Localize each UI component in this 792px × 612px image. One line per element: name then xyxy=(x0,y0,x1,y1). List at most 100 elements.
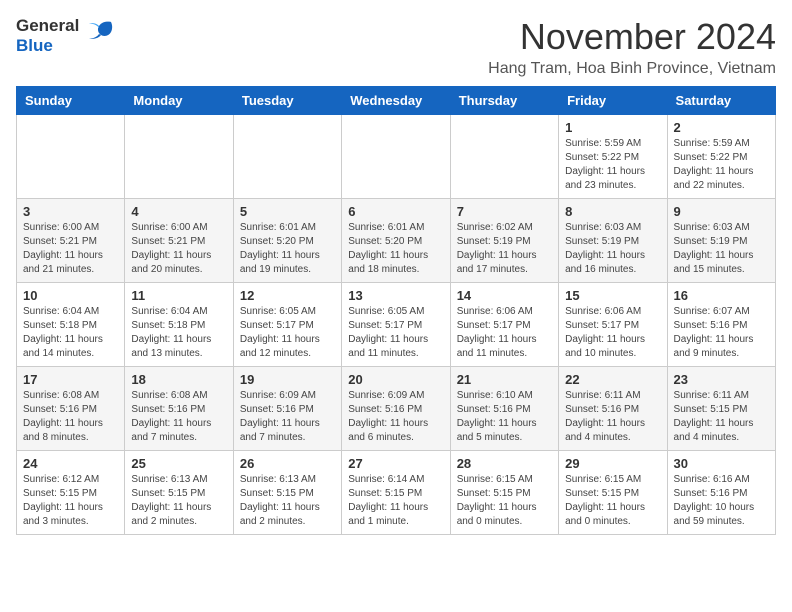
table-row xyxy=(233,115,341,199)
day-info: Sunrise: 6:00 AM Sunset: 5:21 PM Dayligh… xyxy=(23,221,118,277)
table-row: 27 Sunrise: 6:14 AM Sunset: 5:15 PM Dayli… xyxy=(342,451,450,535)
calendar-week-row: 10 Sunrise: 6:04 AM Sunset: 5:18 PM Dayli… xyxy=(17,283,776,367)
table-row xyxy=(125,115,233,199)
table-row: 14 Sunrise: 6:06 AM Sunset: 5:17 PM Dayli… xyxy=(450,283,558,367)
logo-bird-icon xyxy=(83,18,115,53)
day-info: Sunrise: 6:15 AM Sunset: 5:15 PM Dayligh… xyxy=(457,473,552,529)
table-row: 23 Sunrise: 6:11 AM Sunset: 5:15 PM Dayli… xyxy=(667,367,775,451)
location-subtitle: Hang Tram, Hoa Binh Province, Vietnam xyxy=(488,60,776,78)
day-info: Sunrise: 6:16 AM Sunset: 5:16 PM Dayligh… xyxy=(674,473,769,529)
table-row: 10 Sunrise: 6:04 AM Sunset: 5:18 PM Dayli… xyxy=(17,283,125,367)
title-block: November 2024 Hang Tram, Hoa Binh Provin… xyxy=(488,16,776,78)
calendar-week-row: 1 Sunrise: 5:59 AM Sunset: 5:22 PM Daylig… xyxy=(17,115,776,199)
day-info: Sunrise: 6:15 AM Sunset: 5:15 PM Dayligh… xyxy=(565,473,660,529)
header-tuesday: Tuesday xyxy=(233,87,341,115)
table-row: 3 Sunrise: 6:00 AM Sunset: 5:21 PM Daylig… xyxy=(17,199,125,283)
table-row xyxy=(342,115,450,199)
day-number: 29 xyxy=(565,456,660,471)
day-number: 25 xyxy=(131,456,226,471)
day-info: Sunrise: 6:05 AM Sunset: 5:17 PM Dayligh… xyxy=(348,305,443,361)
day-info: Sunrise: 6:03 AM Sunset: 5:19 PM Dayligh… xyxy=(674,221,769,277)
page-header: General Blue November 2024 Hang Tram, Ho… xyxy=(16,16,776,78)
day-number: 13 xyxy=(348,288,443,303)
table-row: 16 Sunrise: 6:07 AM Sunset: 5:16 PM Dayli… xyxy=(667,283,775,367)
day-number: 22 xyxy=(565,372,660,387)
table-row: 22Sunrise: 6:11 AM Sunset: 5:16 PM Dayli… xyxy=(559,367,667,451)
day-info: Sunrise: 6:12 AM Sunset: 5:15 PM Dayligh… xyxy=(23,473,118,529)
table-row: 24 Sunrise: 6:12 AM Sunset: 5:15 PM Dayli… xyxy=(17,451,125,535)
calendar-week-row: 24 Sunrise: 6:12 AM Sunset: 5:15 PM Dayli… xyxy=(17,451,776,535)
day-info: Sunrise: 6:13 AM Sunset: 5:15 PM Dayligh… xyxy=(240,473,335,529)
day-info: Sunrise: 6:07 AM Sunset: 5:16 PM Dayligh… xyxy=(674,305,769,361)
table-row xyxy=(17,115,125,199)
header-thursday: Thursday xyxy=(450,87,558,115)
day-number: 3 xyxy=(23,204,118,219)
day-number: 14 xyxy=(457,288,552,303)
day-info: Sunrise: 6:03 AM Sunset: 5:19 PM Dayligh… xyxy=(565,221,660,277)
calendar-table: Sunday Monday Tuesday Wednesday Thursday… xyxy=(16,86,776,535)
day-number: 5 xyxy=(240,204,335,219)
day-info: Sunrise: 6:04 AM Sunset: 5:18 PM Dayligh… xyxy=(23,305,118,361)
table-row: 7 Sunrise: 6:02 AM Sunset: 5:19 PM Daylig… xyxy=(450,199,558,283)
table-row: 2 Sunrise: 5:59 AM Sunset: 5:22 PM Daylig… xyxy=(667,115,775,199)
day-info: Sunrise: 6:01 AM Sunset: 5:20 PM Dayligh… xyxy=(348,221,443,277)
table-row: 21 Sunrise: 6:10 AM Sunset: 5:16 PM Dayli… xyxy=(450,367,558,451)
table-row: 19 Sunrise: 6:09 AM Sunset: 5:16 PM Dayli… xyxy=(233,367,341,451)
day-number: 4 xyxy=(131,204,226,219)
day-number: 18 xyxy=(131,372,226,387)
day-number: 7 xyxy=(457,204,552,219)
table-row: 11 Sunrise: 6:04 AM Sunset: 5:18 PM Dayli… xyxy=(125,283,233,367)
table-row: 6 Sunrise: 6:01 AM Sunset: 5:20 PM Daylig… xyxy=(342,199,450,283)
day-number: 27 xyxy=(348,456,443,471)
day-number: 26 xyxy=(240,456,335,471)
day-info: Sunrise: 6:06 AM Sunset: 5:17 PM Dayligh… xyxy=(457,305,552,361)
day-number: 6 xyxy=(348,204,443,219)
day-number: 8 xyxy=(565,204,660,219)
table-row: 9 Sunrise: 6:03 AM Sunset: 5:19 PM Daylig… xyxy=(667,199,775,283)
header-sunday: Sunday xyxy=(17,87,125,115)
day-info: Sunrise: 6:14 AM Sunset: 5:15 PM Dayligh… xyxy=(348,473,443,529)
day-info: Sunrise: 6:04 AM Sunset: 5:18 PM Dayligh… xyxy=(131,305,226,361)
day-info: Sunrise: 6:06 AM Sunset: 5:17 PM Dayligh… xyxy=(565,305,660,361)
day-number: 24 xyxy=(23,456,118,471)
header-monday: Monday xyxy=(125,87,233,115)
day-number: 9 xyxy=(674,204,769,219)
day-info: Sunrise: 5:59 AM Sunset: 5:22 PM Dayligh… xyxy=(565,137,660,193)
day-number: 2 xyxy=(674,120,769,135)
table-row: 28Sunrise: 6:15 AM Sunset: 5:15 PM Dayli… xyxy=(450,451,558,535)
table-row: 1 Sunrise: 5:59 AM Sunset: 5:22 PM Daylig… xyxy=(559,115,667,199)
table-row: 20Sunrise: 6:09 AM Sunset: 5:16 PM Dayli… xyxy=(342,367,450,451)
logo: General Blue xyxy=(16,16,115,55)
table-row: 26 Sunrise: 6:13 AM Sunset: 5:15 PM Dayli… xyxy=(233,451,341,535)
day-info: Sunrise: 6:08 AM Sunset: 5:16 PM Dayligh… xyxy=(131,389,226,445)
table-row: 18 Sunrise: 6:08 AM Sunset: 5:16 PM Dayli… xyxy=(125,367,233,451)
day-info: Sunrise: 6:10 AM Sunset: 5:16 PM Dayligh… xyxy=(457,389,552,445)
table-row: 5 Sunrise: 6:01 AM Sunset: 5:20 PM Daylig… xyxy=(233,199,341,283)
table-row: 15 Sunrise: 6:06 AM Sunset: 5:17 PM Dayli… xyxy=(559,283,667,367)
day-info: Sunrise: 6:11 AM Sunset: 5:15 PM Dayligh… xyxy=(674,389,769,445)
day-number: 1 xyxy=(565,120,660,135)
day-info: Sunrise: 6:01 AM Sunset: 5:20 PM Dayligh… xyxy=(240,221,335,277)
day-number: 11 xyxy=(131,288,226,303)
logo-general: General xyxy=(16,16,79,36)
logo-blue: Blue xyxy=(16,36,79,56)
day-number: 21 xyxy=(457,372,552,387)
day-number: 16 xyxy=(674,288,769,303)
header-saturday: Saturday xyxy=(667,87,775,115)
table-row: 25Sunrise: 6:13 AM Sunset: 5:15 PM Dayli… xyxy=(125,451,233,535)
day-number: 15 xyxy=(565,288,660,303)
table-row xyxy=(450,115,558,199)
table-row: 4Sunrise: 6:00 AM Sunset: 5:21 PM Daylig… xyxy=(125,199,233,283)
table-row: 8 Sunrise: 6:03 AM Sunset: 5:19 PM Daylig… xyxy=(559,199,667,283)
calendar-week-row: 17Sunrise: 6:08 AM Sunset: 5:16 PM Dayli… xyxy=(17,367,776,451)
table-row: 30Sunrise: 6:16 AM Sunset: 5:16 PM Dayli… xyxy=(667,451,775,535)
day-number: 23 xyxy=(674,372,769,387)
day-number: 19 xyxy=(240,372,335,387)
day-info: Sunrise: 5:59 AM Sunset: 5:22 PM Dayligh… xyxy=(674,137,769,193)
day-info: Sunrise: 6:08 AM Sunset: 5:16 PM Dayligh… xyxy=(23,389,118,445)
calendar-week-row: 3 Sunrise: 6:00 AM Sunset: 5:21 PM Daylig… xyxy=(17,199,776,283)
table-row: 17Sunrise: 6:08 AM Sunset: 5:16 PM Dayli… xyxy=(17,367,125,451)
day-info: Sunrise: 6:02 AM Sunset: 5:19 PM Dayligh… xyxy=(457,221,552,277)
day-info: Sunrise: 6:09 AM Sunset: 5:16 PM Dayligh… xyxy=(240,389,335,445)
day-number: 10 xyxy=(23,288,118,303)
